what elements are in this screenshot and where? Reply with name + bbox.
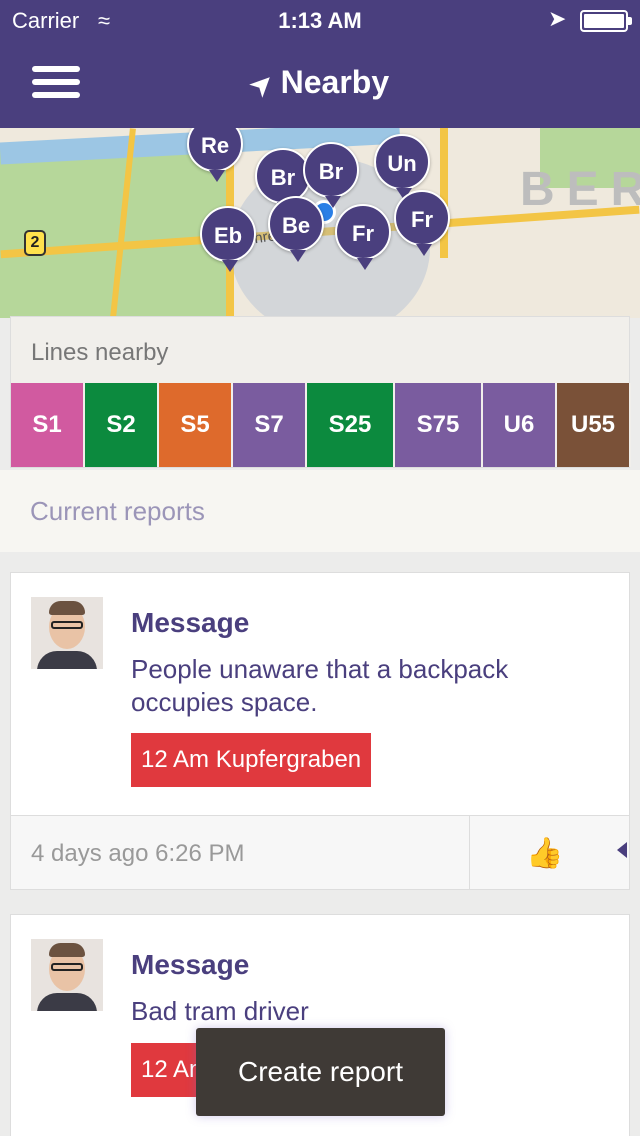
report-title: Message: [131, 607, 250, 638]
line-chip-s2[interactable]: S2: [85, 383, 159, 467]
line-chip-s5[interactable]: S5: [159, 383, 233, 467]
create-report-button[interactable]: Create report: [196, 1028, 445, 1116]
report-time: 4 days ago 6:26 PM: [31, 840, 245, 867]
location-services-icon: ➤: [548, 6, 567, 31]
map-marker-be[interactable]: Be: [268, 196, 324, 262]
line-chip-s7[interactable]: S7: [233, 383, 307, 467]
line-chip-u6[interactable]: U6: [483, 383, 557, 467]
map-marker-fr[interactable]: Fr: [335, 204, 391, 270]
status-bar: Carrier ≈ 1:13 AM ➤: [0, 0, 640, 40]
avatar: [31, 939, 103, 1011]
lines-nearby-panel: Lines nearby S1 S2 S5 S7 S25 S75 U6 U55: [10, 316, 631, 468]
battery-icon: [580, 10, 632, 32]
location-arrow-icon: ➤: [243, 65, 280, 103]
lines-nearby-title: Lines nearby: [31, 339, 169, 366]
current-reports-header: Current reports: [0, 470, 640, 552]
like-button[interactable]: 👍: [469, 816, 629, 890]
report-text: Bad tram driver: [131, 996, 309, 1026]
caret-left-icon: [617, 842, 627, 858]
report-title: Message: [131, 949, 250, 980]
map-marker-br-2[interactable]: Br: [303, 142, 359, 208]
top-bar: Carrier ≈ 1:13 AM ➤ ➤Nearby: [0, 0, 640, 128]
map-city-label: BER: [520, 163, 640, 216]
status-time: 1:13 AM: [278, 8, 362, 33]
avatar: [31, 597, 103, 669]
line-chip-s75[interactable]: S75: [395, 383, 483, 467]
report-card[interactable]: Message People unaware that a backpack o…: [10, 572, 630, 890]
line-chip-u55[interactable]: U55: [557, 383, 631, 467]
report-text: People unaware that a backpack occupies …: [131, 654, 509, 717]
current-reports-title: Current reports: [30, 496, 205, 526]
thumbs-up-icon: 👍: [526, 837, 564, 870]
road-number-badge: 2: [24, 230, 46, 256]
line-chip-s25[interactable]: S25: [307, 383, 395, 467]
stop-tag[interactable]: 12 Am Kupfergraben: [131, 733, 372, 787]
map-road: [440, 128, 448, 258]
map-marker-fr-2[interactable]: Fr: [394, 190, 450, 256]
page-title-text: Nearby: [280, 64, 390, 100]
page-title: ➤Nearby: [0, 64, 640, 103]
nearby-map[interactable]: BER 2 Behre Re Br Br Un Eb Be Fr Fr: [0, 128, 640, 318]
report-footer: 4 days ago 6:26 PM 👍: [11, 815, 629, 890]
map-marker-br[interactable]: Br: [255, 148, 311, 214]
map-marker-eb[interactable]: Eb: [200, 206, 256, 272]
line-chip-s1[interactable]: S1: [11, 383, 85, 467]
lines-row: S1 S2 S5 S7 S25 S75 U6 U55: [11, 383, 631, 467]
map-marker-un[interactable]: Un: [374, 134, 430, 200]
